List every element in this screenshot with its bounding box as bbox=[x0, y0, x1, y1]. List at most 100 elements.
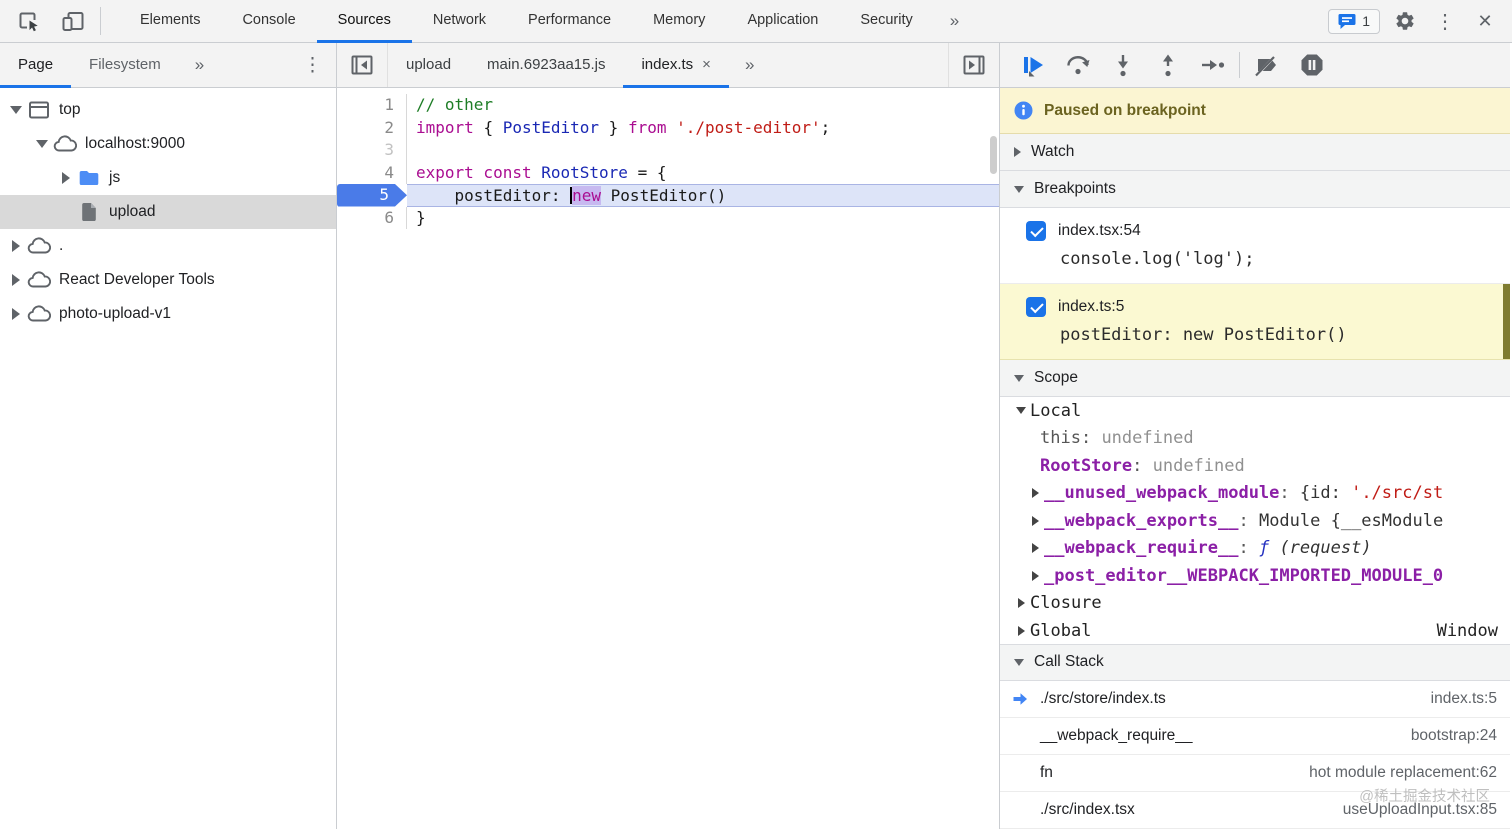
step-out-icon[interactable] bbox=[1145, 43, 1190, 88]
more-tabs-icon[interactable]: » bbox=[934, 0, 975, 42]
chat-bubble-icon bbox=[1338, 13, 1356, 30]
chevron-collapsed-icon bbox=[12, 240, 20, 252]
code-line-3: 3 bbox=[337, 139, 999, 162]
tab-application[interactable]: Application bbox=[726, 0, 839, 43]
editor-tab-main-js[interactable]: main.6923aa15.js bbox=[469, 43, 623, 88]
inspect-element-icon[interactable] bbox=[14, 6, 44, 36]
line-number-4[interactable]: 4 bbox=[337, 161, 407, 184]
devtools-topbar: Elements Console Sources Network Perform… bbox=[0, 0, 1512, 43]
tab-performance[interactable]: Performance bbox=[507, 0, 632, 43]
line-number-1[interactable]: 1 bbox=[337, 94, 407, 117]
navigator-sidebar: Page Filesystem » ⋮ top localhost:9000 j… bbox=[0, 43, 337, 829]
breakpoint-entry[interactable]: index.tsx:54 console.log('log'); bbox=[1000, 208, 1510, 284]
step-into-icon[interactable] bbox=[1100, 43, 1145, 88]
tree-item-dot[interactable]: . bbox=[0, 229, 336, 263]
current-frame-arrow-icon bbox=[1000, 692, 1040, 706]
call-stack-frame[interactable]: __webpack_require__ bootstrap:24 bbox=[1000, 718, 1510, 755]
device-toolbar-icon[interactable] bbox=[58, 6, 88, 36]
console-messages-button[interactable]: 1 bbox=[1328, 8, 1380, 34]
paused-banner-text: Paused on breakpoint bbox=[1044, 101, 1206, 119]
chevron-collapsed-icon bbox=[12, 308, 20, 320]
hide-navigator-icon[interactable] bbox=[337, 43, 388, 87]
tab-security[interactable]: Security bbox=[839, 0, 933, 43]
breakpoint-checkbox[interactable] bbox=[1026, 221, 1046, 241]
close-tab-icon[interactable]: × bbox=[702, 56, 711, 73]
chevron-collapsed-icon bbox=[1014, 147, 1021, 157]
tree-item-photo-upload-v1[interactable]: photo-upload-v1 bbox=[0, 297, 336, 331]
tree-item-upload[interactable]: upload bbox=[0, 195, 336, 229]
tab-elements[interactable]: Elements bbox=[119, 0, 221, 43]
file-icon bbox=[76, 202, 102, 222]
tab-page[interactable]: Page bbox=[0, 43, 72, 88]
editor-scrollbar[interactable] bbox=[990, 136, 997, 174]
scope-section-header[interactable]: Scope bbox=[1000, 360, 1510, 397]
pause-on-exceptions-icon[interactable] bbox=[1289, 43, 1334, 88]
evaluated-token: new bbox=[572, 186, 602, 205]
call-stack-section-header[interactable]: Call Stack bbox=[1000, 643, 1510, 681]
call-stack-frame[interactable]: fn hot module replacement:62 bbox=[1000, 755, 1510, 792]
step-over-icon[interactable] bbox=[1055, 43, 1100, 88]
step-icon[interactable] bbox=[1190, 43, 1235, 88]
message-count-badge: 1 bbox=[1362, 13, 1370, 29]
global-value: Window bbox=[1436, 620, 1498, 639]
tab-memory[interactable]: Memory bbox=[632, 0, 726, 43]
paused-banner: Paused on breakpoint bbox=[1000, 88, 1510, 134]
debugger-toolbar bbox=[1000, 43, 1510, 88]
devtools-panel-tabs: Elements Console Sources Network Perform… bbox=[119, 0, 975, 43]
line-number-6[interactable]: 6 bbox=[337, 206, 407, 229]
scope-var-unused-webpack-module[interactable]: __unused_webpack_module: {id: './src/st bbox=[1000, 480, 1510, 508]
chevron-expanded-icon bbox=[1014, 658, 1024, 666]
line-number-2[interactable]: 2 bbox=[337, 116, 407, 139]
more-editor-tabs-icon[interactable]: » bbox=[729, 43, 770, 87]
line-number-3[interactable]: 3 bbox=[337, 139, 407, 162]
tree-item-js-folder[interactable]: js bbox=[0, 161, 336, 195]
call-stack-frame[interactable]: ./src/index.tsx useUploadInput.tsx:85 bbox=[1000, 792, 1510, 829]
scope-closure[interactable]: Closure bbox=[1000, 590, 1510, 618]
kebab-menu-icon[interactable]: ⋮ bbox=[1430, 6, 1460, 36]
tree-item-top[interactable]: top bbox=[0, 93, 336, 127]
tab-console[interactable]: Console bbox=[221, 0, 316, 43]
devtools-window: Elements Console Sources Network Perform… bbox=[0, 0, 1512, 830]
close-devtools-icon[interactable]: ✕ bbox=[1470, 6, 1500, 36]
scope-var-post-editor-module[interactable]: _post_editor__WEBPACK_IMPORTED_MODULE_0 bbox=[1000, 562, 1510, 590]
chevron-expanded-icon bbox=[36, 140, 48, 148]
chevron-collapsed-icon bbox=[1031, 488, 1039, 499]
breakpoints-section-header[interactable]: Breakpoints bbox=[1000, 171, 1510, 208]
frame-icon bbox=[26, 100, 52, 120]
chevron-expanded-icon bbox=[10, 106, 22, 114]
source-editor: upload main.6923aa15.js index.ts × » 1 /… bbox=[337, 43, 1000, 829]
scope-global[interactable]: Global Window bbox=[1000, 617, 1510, 639]
editor-tab-index-ts[interactable]: index.ts × bbox=[623, 43, 729, 88]
tree-item-react-devtools[interactable]: React Developer Tools bbox=[0, 263, 336, 297]
cloud-icon bbox=[26, 237, 52, 255]
tab-network[interactable]: Network bbox=[412, 0, 507, 43]
more-navigator-tabs-icon[interactable]: » bbox=[179, 43, 220, 87]
scope-tree: Local this: undefined RootStore: undefin… bbox=[1000, 397, 1510, 639]
chevron-expanded-icon bbox=[1016, 407, 1026, 415]
cloud-icon bbox=[26, 271, 52, 289]
scope-var-this: this: undefined bbox=[1040, 428, 1194, 449]
chevron-collapsed-icon bbox=[12, 274, 20, 286]
tab-filesystem[interactable]: Filesystem bbox=[71, 43, 179, 88]
watch-section-header[interactable]: Watch bbox=[1000, 134, 1510, 171]
scope-local[interactable]: Local bbox=[1000, 397, 1510, 425]
cloud-icon bbox=[26, 305, 52, 323]
tab-sources[interactable]: Sources bbox=[316, 0, 412, 43]
editor-tab-upload[interactable]: upload bbox=[388, 43, 469, 88]
navigator-menu-icon[interactable]: ⋮ bbox=[289, 43, 336, 87]
deactivate-breakpoints-icon[interactable] bbox=[1244, 43, 1289, 88]
scope-var-webpack-require[interactable]: __webpack_require__: ƒ (request) bbox=[1000, 535, 1510, 563]
scope-var-webpack-exports[interactable]: __webpack_exports__: Module {__esModule bbox=[1000, 507, 1510, 535]
breakpoint-entry-active[interactable]: index.ts:5 postEditor: new PostEditor() bbox=[1000, 284, 1510, 360]
show-debugger-icon[interactable] bbox=[948, 43, 999, 87]
code-viewport: 1 // other 2 import { PostEditor } from … bbox=[337, 88, 999, 829]
code-line-1: 1 // other bbox=[337, 94, 999, 117]
call-stack-frame-active[interactable]: ./src/store/index.ts index.ts:5 bbox=[1000, 681, 1510, 718]
resume-script-icon[interactable] bbox=[1010, 43, 1055, 88]
tree-item-localhost[interactable]: localhost:9000 bbox=[0, 127, 336, 161]
breakpoint-badge[interactable]: 5 bbox=[337, 184, 407, 207]
code-line-6: 6 } bbox=[337, 206, 999, 229]
breakpoint-checkbox[interactable] bbox=[1026, 297, 1046, 317]
settings-gear-icon[interactable] bbox=[1390, 6, 1420, 36]
code-line-5-paused: 5 postEditor: new PostEditor() bbox=[337, 184, 999, 207]
